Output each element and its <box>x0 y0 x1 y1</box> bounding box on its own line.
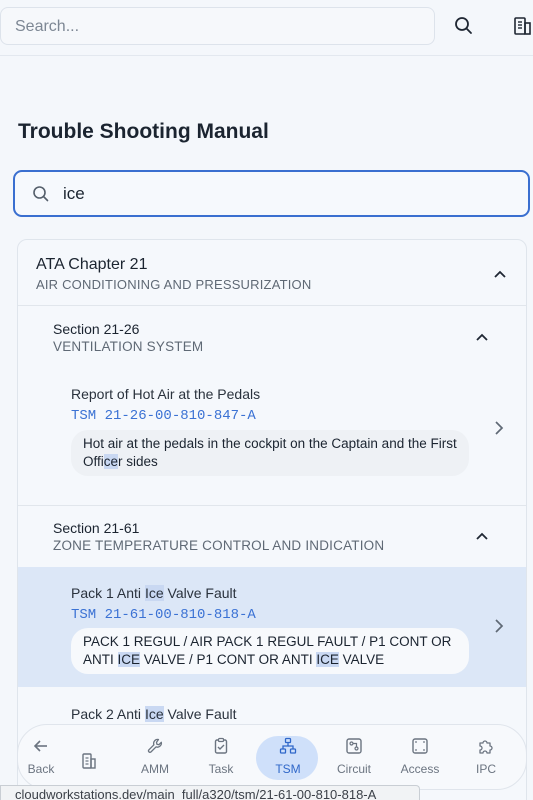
item-code: TSM 21-61-00-810-818-A <box>71 607 256 623</box>
nav-label: IPC <box>475 762 496 776</box>
chapter-subtitle: AIR CONDITIONING AND PRESSURIZATION <box>36 277 312 292</box>
bottom-nav: Back AMM Task TSM Circuit Access IPC <box>17 724 527 790</box>
section-subtitle: VENTILATION SYSTEM <box>53 339 204 354</box>
nav-circuit[interactable]: Circuit <box>324 737 384 776</box>
item-title: Pack 1 Anti Ice Valve Fault <box>71 585 237 601</box>
chapter-header[interactable]: ATA Chapter 21 AIR CONDITIONING AND PRES… <box>18 240 526 306</box>
item-code: TSM 21-26-00-810-847-A <box>71 408 256 424</box>
nav-ipc[interactable]: IPC <box>456 737 516 776</box>
item-description: PACK 1 REGUL / AIR PACK 1 REGUL FAULT / … <box>71 628 469 674</box>
nav-label: TSM <box>275 762 301 776</box>
arrow-left-icon <box>33 740 47 752</box>
chevron-up-icon[interactable] <box>493 267 507 281</box>
nav-building[interactable] <box>59 752 119 777</box>
chevron-up-icon[interactable] <box>475 330 489 344</box>
item-title: Report of Hot Air at the Pedals <box>71 386 261 402</box>
building-icon[interactable] <box>511 15 533 37</box>
access-panel-icon <box>412 738 428 754</box>
tsm-filter-input[interactable]: ice <box>13 170 530 217</box>
nav-amm[interactable]: AMM <box>125 737 185 776</box>
list-item-selected[interactable]: Pack 1 Anti Ice Valve Fault TSM 21-61-00… <box>18 567 526 687</box>
network-icon <box>279 737 297 754</box>
global-search-input[interactable]: Search... <box>0 7 435 45</box>
chevron-right-icon[interactable] <box>492 618 506 634</box>
section-title: Section 21-26 <box>53 321 140 337</box>
nav-tsm[interactable]: TSM <box>256 736 318 780</box>
global-search-placeholder: Search... <box>15 18 80 35</box>
nav-label: Back <box>27 762 55 776</box>
item-description: Hot air at the pedals in the cockpit on … <box>71 430 469 476</box>
search-icon <box>33 186 49 202</box>
section-subtitle: ZONE TEMPERATURE CONTROL AND INDICATION <box>53 538 385 553</box>
clipboard-check-icon <box>214 737 228 754</box>
nav-label: Circuit <box>336 762 371 776</box>
puzzle-icon <box>479 740 493 754</box>
results-panel: ATA Chapter 21 AIR CONDITIONING AND PRES… <box>17 239 527 800</box>
divider <box>18 505 526 506</box>
chevron-right-icon[interactable] <box>492 420 506 436</box>
search-icon[interactable] <box>453 15 475 37</box>
nav-label: Task <box>208 762 234 776</box>
wrench-icon <box>147 738 163 753</box>
building-icon <box>82 753 96 769</box>
nav-task[interactable]: Task <box>191 737 251 776</box>
filter-value: ice <box>63 184 85 203</box>
chevron-up-icon[interactable] <box>475 529 489 543</box>
item-title: Pack 2 Anti Ice Valve Fault <box>71 706 237 722</box>
list-item[interactable]: Report of Hot Air at the Pedals TSM 21-2… <box>18 370 526 505</box>
page-title: Trouble Shooting Manual <box>18 120 269 143</box>
nav-label: AMM <box>141 762 169 776</box>
top-bar: Search... <box>0 0 533 56</box>
nav-access[interactable]: Access <box>390 737 450 776</box>
section-title: Section 21-61 <box>53 520 140 536</box>
circuit-icon <box>346 738 362 754</box>
status-url: cloudworkstations.dev/main_full/a320/tsm… <box>0 785 420 800</box>
chapter-title: ATA Chapter 21 <box>36 256 148 273</box>
nav-label: Access <box>400 762 440 776</box>
